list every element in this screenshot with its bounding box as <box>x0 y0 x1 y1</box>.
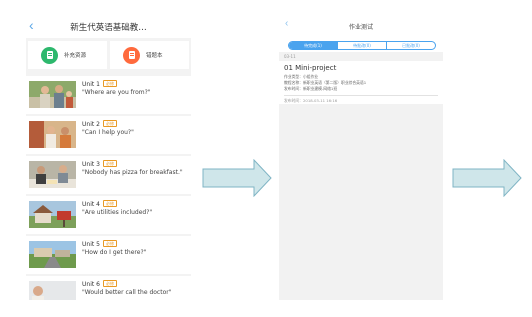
unit-description: "Would better call the doctor" <box>82 289 172 296</box>
unit-description: "Nobody has pizza for breakfast." <box>82 169 183 176</box>
tab-bar: 待完成(1) 待批改(0) 已批改(0) <box>279 38 443 52</box>
unit-thumbnail <box>29 241 76 268</box>
tab-to-grade[interactable]: 待批改(0) <box>337 42 386 49</box>
assignment-card[interactable]: 01 Mini-project 作业类型：小组作业 教程名称：新职业英语（第二版… <box>279 61 443 104</box>
required-badge: 必修 <box>102 240 117 247</box>
unit-description: "Can I help you?" <box>82 129 134 136</box>
page-title: 作业测试 <box>348 24 373 31</box>
unit-item-2[interactable]: Unit 2 必修 "Can I help you?" <box>26 116 191 154</box>
unit-name: Unit 6 必修 <box>82 280 117 288</box>
right-arrow-icon <box>202 159 272 197</box>
unit-thumbnail <box>29 81 76 108</box>
unit-name: Unit 3 必修 <box>82 160 117 168</box>
unit-name: Unit 1 必修 <box>82 80 117 88</box>
tab-pending[interactable]: 待完成(1) <box>289 42 337 49</box>
required-badge: 必修 <box>102 160 117 167</box>
required-badge: 必修 <box>102 280 117 287</box>
assignment-title: 01 Mini-project <box>284 64 337 72</box>
unit-thumbnail <box>29 201 76 228</box>
unit-name: Unit 4 必修 <box>82 200 117 208</box>
segmented-tabs: 待完成(1) 待批改(0) 已批改(0) <box>288 41 436 50</box>
header-bar: ‹ 新生代英语基础教… <box>26 14 191 38</box>
resource-button-row: 补充资源 错题本 <box>26 38 191 74</box>
unit-item-1[interactable]: Unit 1 必修 "Where are you from?" <box>26 76 191 114</box>
unit-name: Unit 5 必修 <box>82 240 117 248</box>
homework-screen: ‹ 作业测试 待完成(1) 待批改(0) 已批改(0) 03-11 01 Min… <box>279 14 443 300</box>
supplementary-resources-button[interactable]: 补充资源 <box>28 41 107 69</box>
tab-graded[interactable]: 已批改(0) <box>386 42 435 49</box>
required-badge: 必修 <box>102 80 117 87</box>
divider <box>284 95 438 96</box>
unit-thumbnail <box>29 121 76 148</box>
button-label: 补充资源 <box>64 53 87 59</box>
unit-description: "How do I get there?" <box>82 249 147 256</box>
unit-name: Unit 2 必修 <box>82 120 117 128</box>
button-label: 错题本 <box>146 53 163 59</box>
page-title: 新生代英语基础教… <box>70 23 147 33</box>
unit-item-3[interactable]: Unit 3 必修 "Nobody has pizza for breakfast… <box>26 156 191 194</box>
required-badge: 必修 <box>102 120 117 127</box>
unit-thumbnail <box>29 281 76 300</box>
unit-item-6[interactable]: Unit 6 必修 "Would better call the doctor" <box>26 276 191 300</box>
unit-description: "Are utilities included?" <box>82 209 153 216</box>
wrong-questions-button[interactable]: 错题本 <box>110 41 189 69</box>
course-units-screen: ‹ 新生代英语基础教… 补充资源 错题本 Unit 1 必修 "Where ar… <box>26 14 191 300</box>
document-icon <box>41 46 58 64</box>
required-badge: 必修 <box>102 200 117 207</box>
unit-description: "Where are you from?" <box>82 89 151 96</box>
date-group-label: 03-11 <box>284 54 296 59</box>
right-arrow-icon <box>452 159 522 197</box>
unit-item-4[interactable]: Unit 4 必修 "Are utilities included?" <box>26 196 191 234</box>
publish-time: 发布时间：2018-03-11 16:16 <box>284 98 338 103</box>
unit-thumbnail <box>29 161 76 188</box>
unit-item-5[interactable]: Unit 5 必修 "How do I get there?" <box>26 236 191 274</box>
class-name: 发布时间：新职业建模-网络1班 <box>284 86 338 91</box>
notebook-icon <box>123 46 140 64</box>
header-bar: ‹ 作业测试 <box>279 14 443 38</box>
